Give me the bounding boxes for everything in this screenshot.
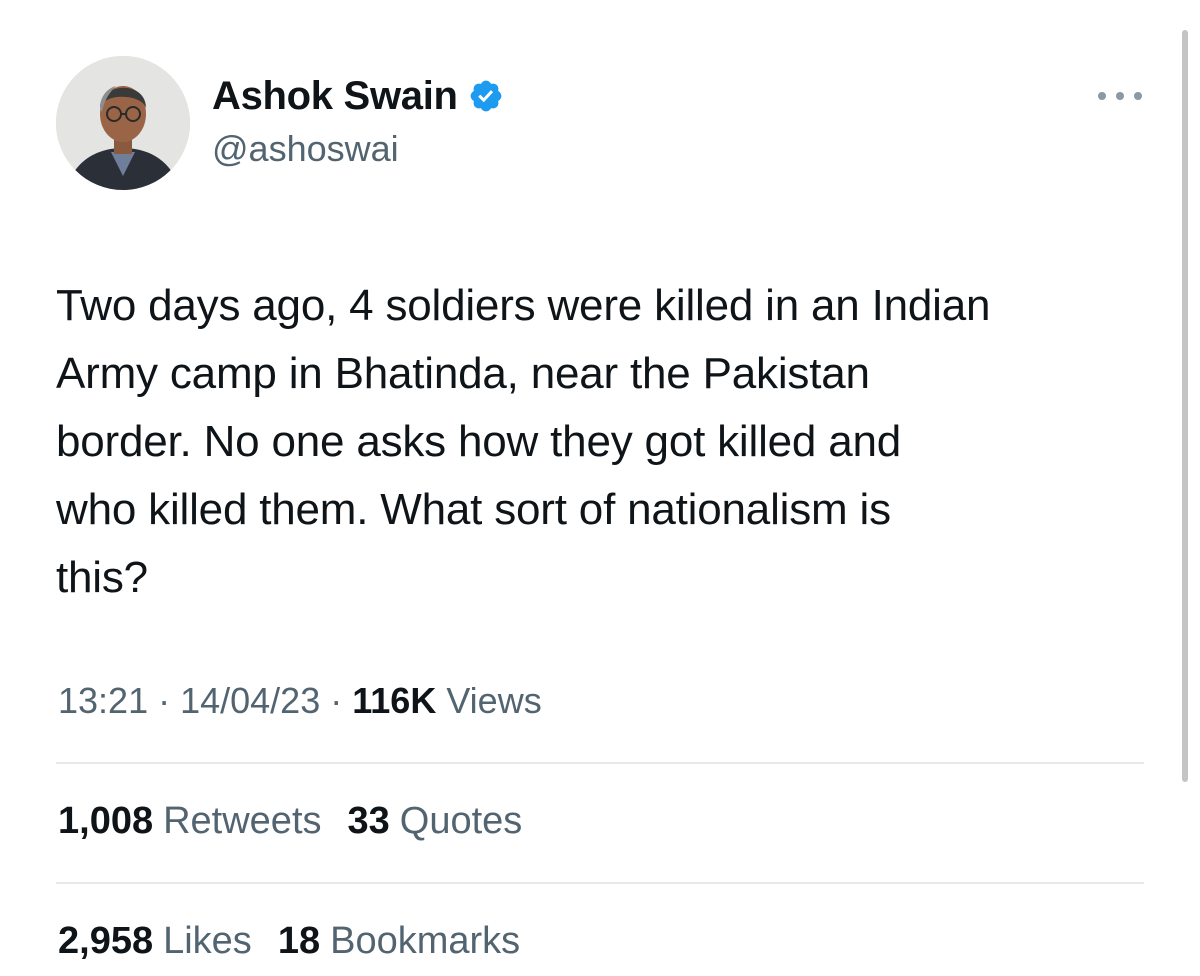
retweets-stat[interactable]: 1,008 Retweets <box>58 800 322 843</box>
author-display-name[interactable]: Ashok Swain <box>212 74 458 119</box>
tweet-text: Two days ago, 4 soldiers were killed in … <box>56 281 991 602</box>
author-handle[interactable]: @ashoswai <box>212 128 504 170</box>
more-options-icon[interactable] <box>1098 84 1142 108</box>
tweet-date[interactable]: 14/04/23 <box>180 680 320 722</box>
quotes-stat[interactable]: 33 Quotes <box>348 800 523 843</box>
engagement-stats-row-2: 2,958 Likes 18 Bookmarks <box>58 920 546 963</box>
divider <box>56 882 1144 884</box>
tweet-time[interactable]: 13:21 <box>58 680 148 722</box>
meta-separator: · <box>330 680 343 721</box>
bookmarks-count: 18 <box>277 920 321 962</box>
engagement-stats-row-1: 1,008 Retweets 33 Quotes <box>58 800 548 843</box>
likes-count: 2,958 <box>58 920 154 962</box>
verified-badge-icon[interactable] <box>468 78 504 114</box>
avatar[interactable] <box>56 56 190 190</box>
likes-label: Likes <box>163 920 252 962</box>
tweet-meta: 13:21 · 14/04/23 · 116K Views <box>58 680 542 722</box>
likes-stat[interactable]: 2,958 Likes <box>58 920 252 963</box>
author-block: Ashok Swain @ashoswai <box>212 70 504 170</box>
bookmarks-stat[interactable]: 18 Bookmarks <box>278 920 520 963</box>
views-count[interactable]: 116K <box>352 680 436 722</box>
avatar-portrait-icon <box>56 56 190 190</box>
quotes-label: Quotes <box>399 800 523 842</box>
bookmarks-label: Bookmarks <box>330 920 521 962</box>
quotes-count: 33 <box>347 800 390 842</box>
more-dot <box>1098 92 1106 100</box>
author-name-row: Ashok Swain <box>212 70 504 122</box>
more-dot <box>1134 92 1142 100</box>
retweets-count: 1,008 <box>58 800 154 842</box>
scrollbar[interactable] <box>1182 30 1188 782</box>
tweet-detail-page: Ashok Swain @ashoswai Two days ago, 4 so… <box>0 0 1200 976</box>
divider <box>56 762 1144 764</box>
views-label[interactable]: Views <box>446 680 541 722</box>
meta-separator: · <box>158 680 171 721</box>
retweets-label: Retweets <box>163 800 322 842</box>
more-dot <box>1116 92 1124 100</box>
